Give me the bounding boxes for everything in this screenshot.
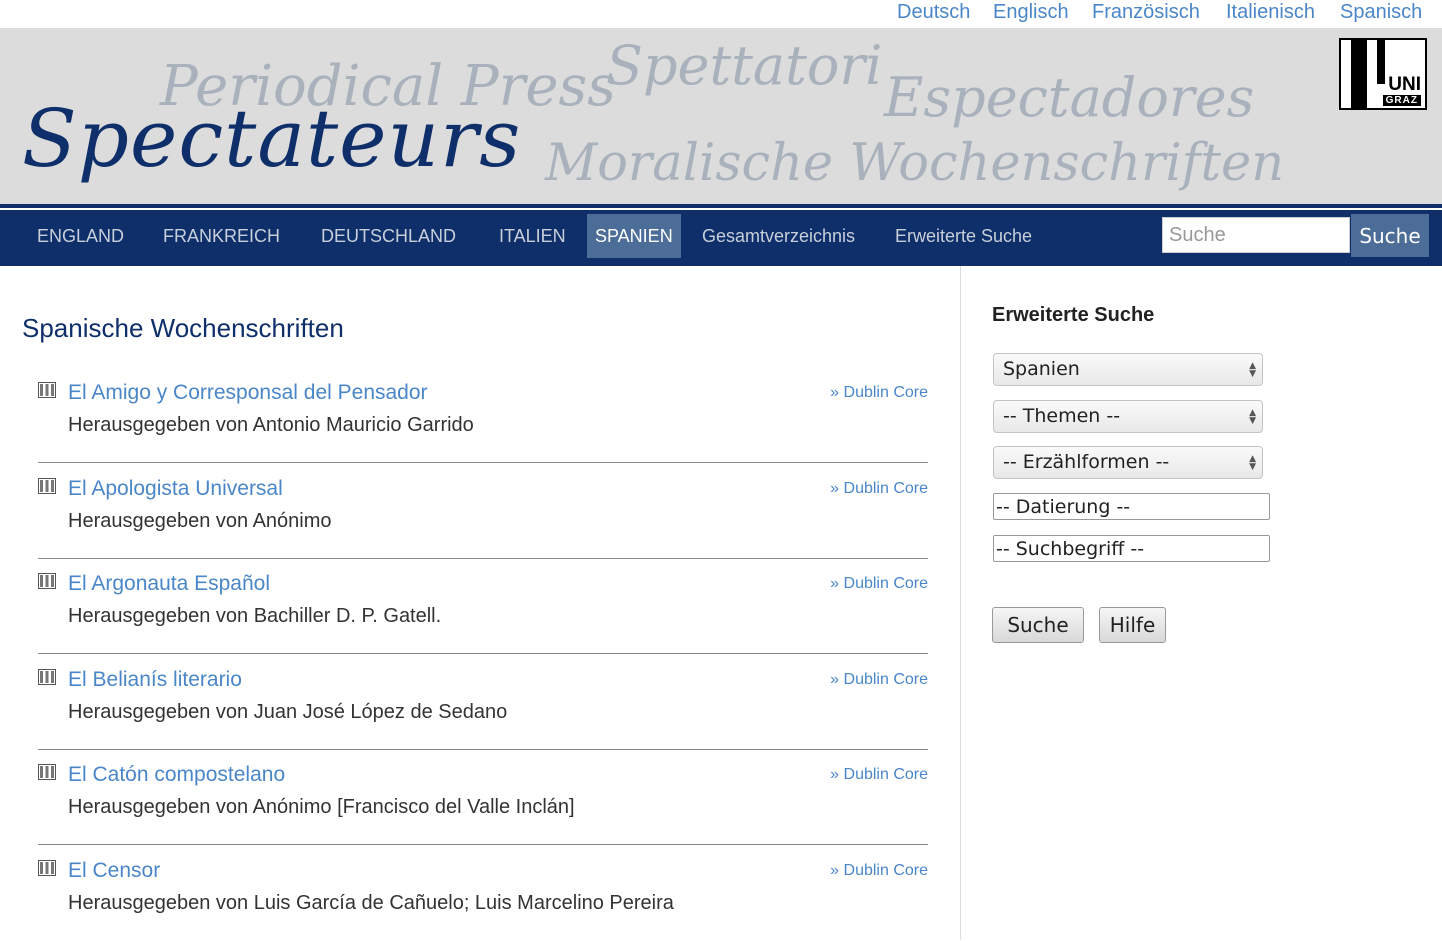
journal-title-link[interactable]: El Amigo y Corresponsal del Pensador [68, 381, 428, 405]
logo-uni-text: UNI [1388, 74, 1421, 95]
nav-item-gesamtverzeichnis[interactable]: Gesamtverzeichnis [694, 214, 863, 258]
search-button[interactable]: Suche [1351, 214, 1429, 257]
nav-item-italien[interactable]: ITALIEN [491, 214, 574, 258]
lang-link-franzoesisch[interactable]: Französisch [1092, 1, 1200, 24]
page-title: Spanische Wochenschriften [22, 313, 344, 343]
journal-editor: Herausgegeben von Anónimo [68, 510, 332, 532]
lang-link-italienisch[interactable]: Italienisch [1226, 1, 1315, 24]
journal-title-link[interactable]: El Censor [68, 859, 160, 883]
journal-icon [38, 382, 56, 398]
list-item: El Argonauta Español » Dublin Core Herausg… [38, 559, 928, 654]
lang-link-deutsch[interactable]: Deutsch [897, 1, 970, 24]
list-item: El Belianís literario » Dublin Core Heraus… [38, 655, 928, 750]
nav-item-deutschland[interactable]: DEUTSCHLAND [313, 214, 464, 258]
select-arrows-icon: ▲ ▼ [1249, 408, 1256, 426]
column-divider [960, 266, 961, 940]
site-title[interactable]: Spectateurs [22, 92, 521, 185]
select-arrows-icon: ▲ ▼ [1249, 454, 1256, 472]
nav-item-frankreich[interactable]: FRANKREICH [155, 214, 288, 258]
dublin-core-link[interactable]: » Dublin Core [830, 862, 928, 880]
journal-editor: Herausgegeben von Anónimo [Francisco del… [68, 796, 575, 818]
journal-icon [38, 669, 56, 685]
journal-editor: Herausgegeben von Luis García de Cañuelo… [68, 892, 674, 914]
banner-word-espectadores: Espectadores [884, 66, 1255, 129]
narrative-forms-select[interactable]: -- Erzählformen -- ▲ ▼ [993, 446, 1263, 479]
help-button[interactable]: Hilfe [1099, 607, 1166, 643]
journal-icon [38, 764, 56, 780]
journal-title-link[interactable]: El Argonauta Español [68, 572, 270, 596]
uni-graz-logo[interactable]: UNI GRAZ [1339, 38, 1427, 110]
journal-icon [38, 573, 56, 589]
list-item: El Censor » Dublin Core Herausgegeben von … [38, 846, 928, 941]
lang-link-spanisch[interactable]: Spanisch [1340, 1, 1422, 24]
country-select-value: Spanien [1003, 358, 1080, 380]
narrative-forms-select-value: -- Erzählformen -- [1003, 451, 1170, 473]
list-item: El Catón compostelano » Dublin Core Heraus… [38, 750, 928, 845]
list-separator [38, 462, 928, 463]
main-nav: ENGLAND FRANKREICH DEUTSCHLAND ITALIEN S… [0, 210, 1442, 266]
banner-word-moralische-wochenschriften: Moralische Wochenschriften [545, 134, 1285, 193]
journal-icon [38, 478, 56, 494]
list-item: El Amigo y Corresponsal del Pensador » Du… [38, 368, 928, 463]
list-item: El Apologista Universal » Dublin Core Hera… [38, 464, 928, 559]
select-arrows-icon: ▲ ▼ [1249, 361, 1256, 379]
banner-word-spettatori: Spettatori [606, 34, 883, 97]
list-separator [38, 844, 928, 845]
journal-title-link[interactable]: El Catón compostelano [68, 763, 285, 787]
sidebar-heading: Erweiterte Suche [992, 304, 1155, 326]
themes-select-value: -- Themen -- [1003, 405, 1121, 427]
nav-item-erweiterte-suche[interactable]: Erweiterte Suche [887, 214, 1040, 258]
logo-graz-text: GRAZ [1382, 95, 1421, 106]
dublin-core-link[interactable]: » Dublin Core [830, 480, 928, 498]
lang-link-englisch[interactable]: Englisch [993, 1, 1069, 24]
date-field[interactable] [993, 493, 1270, 520]
list-separator [38, 653, 928, 654]
dublin-core-link[interactable]: » Dublin Core [830, 766, 928, 784]
journal-title-link[interactable]: El Belianís literario [68, 668, 242, 692]
themes-select[interactable]: -- Themen -- ▲ ▼ [993, 400, 1263, 433]
dublin-core-link[interactable]: » Dublin Core [830, 384, 928, 402]
language-bar: Deutsch Englisch Französisch Italienisch… [0, 0, 1442, 28]
search-input[interactable] [1162, 217, 1350, 253]
journal-icon [38, 860, 56, 876]
dublin-core-link[interactable]: » Dublin Core [830, 671, 928, 689]
nav-item-england[interactable]: ENGLAND [29, 214, 132, 258]
journal-title-link[interactable]: El Apologista Universal [68, 477, 283, 501]
dublin-core-link[interactable]: » Dublin Core [830, 575, 928, 593]
search-term-field[interactable] [993, 535, 1270, 562]
journal-editor: Herausgegeben von Antonio Mauricio Garri… [68, 414, 474, 436]
site-banner: Periodical Press Spettatori Espectadores… [0, 28, 1442, 204]
nav-item-spanien[interactable]: SPANIEN [587, 214, 681, 258]
journal-editor: Herausgegeben von Juan José López de Sed… [68, 701, 508, 723]
country-select[interactable]: Spanien ▲ ▼ [993, 353, 1263, 386]
journal-editor: Herausgegeben von Bachiller D. P. Gatell… [68, 605, 442, 627]
advanced-search-button[interactable]: Suche [992, 607, 1084, 643]
